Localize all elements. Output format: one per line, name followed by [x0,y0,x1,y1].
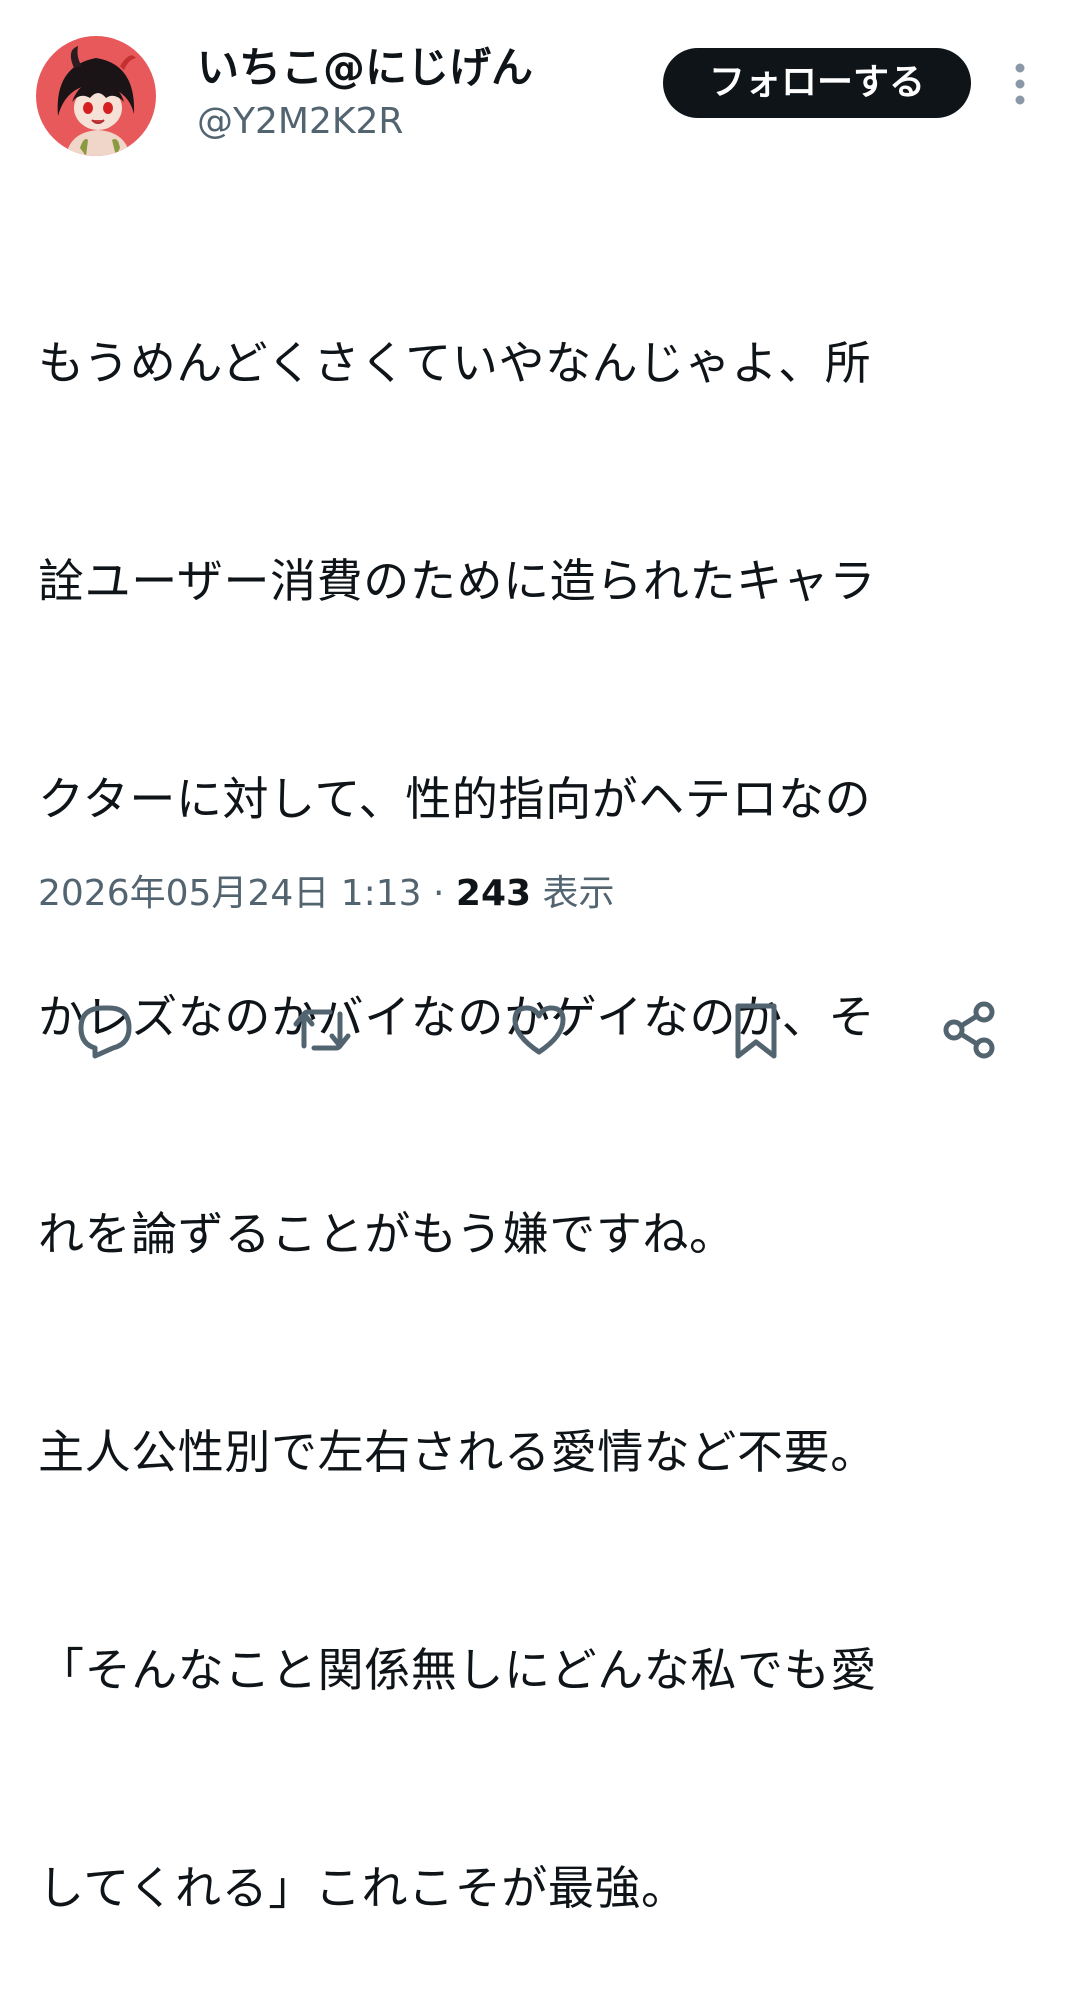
bookmark-icon [735,1003,777,1059]
follow-button[interactable]: フォローする [663,48,971,118]
avatar-image [36,36,156,156]
author-display-name[interactable]: いちこ@にじげん [197,40,533,96]
views-count: 243 [455,873,532,914]
tweet-text-line: クターに対して、性的指向がヘテロなの [38,771,872,826]
tweet-text-line: 主人公性別で左右される愛情など不要。 [38,1425,877,1480]
like-icon [512,1005,566,1055]
tweet-text-line: れを論ずることがもう嫌ですね。 [38,1207,736,1262]
tweet-text-line: 詮ユーザー消費のために造られたキャラ [38,553,876,608]
views-label: 表示 [542,873,615,914]
tweet-time[interactable]: 1:13 [341,873,422,914]
meta-separator: · [433,873,445,914]
tweet-text: もうめんどくさくていやなんじゃよ、所 詮ユーザー消費のために造られたキャラ クタ… [38,182,1028,1997]
reply-icon [78,1005,132,1059]
tweet-text-line: してくれる」これこそが最強。 [38,1860,688,1915]
tweet-meta: 2026年05月24日 1:13 · 243 表示 [38,866,615,922]
more-menu-button[interactable] [1000,58,1040,110]
author-handle[interactable]: @Y2M2K2R [197,98,403,146]
bookmark-button[interactable] [724,998,788,1062]
share-icon [943,1001,995,1059]
tweet-text-line: 「そんなこと関係無しにどんな私でも愛 [38,1642,877,1697]
avatar[interactable] [36,36,156,156]
like-button[interactable] [507,998,571,1062]
share-button[interactable] [938,998,1002,1062]
reply-button[interactable] [73,998,137,1062]
tweet-date[interactable]: 2026年05月24日 [38,873,329,914]
repost-button[interactable] [290,998,354,1062]
repost-icon [293,1009,351,1051]
tweet-text-line: もうめんどくさくていやなんじゃよ、所 [38,336,872,391]
more-vertical-icon [1015,63,1025,105]
